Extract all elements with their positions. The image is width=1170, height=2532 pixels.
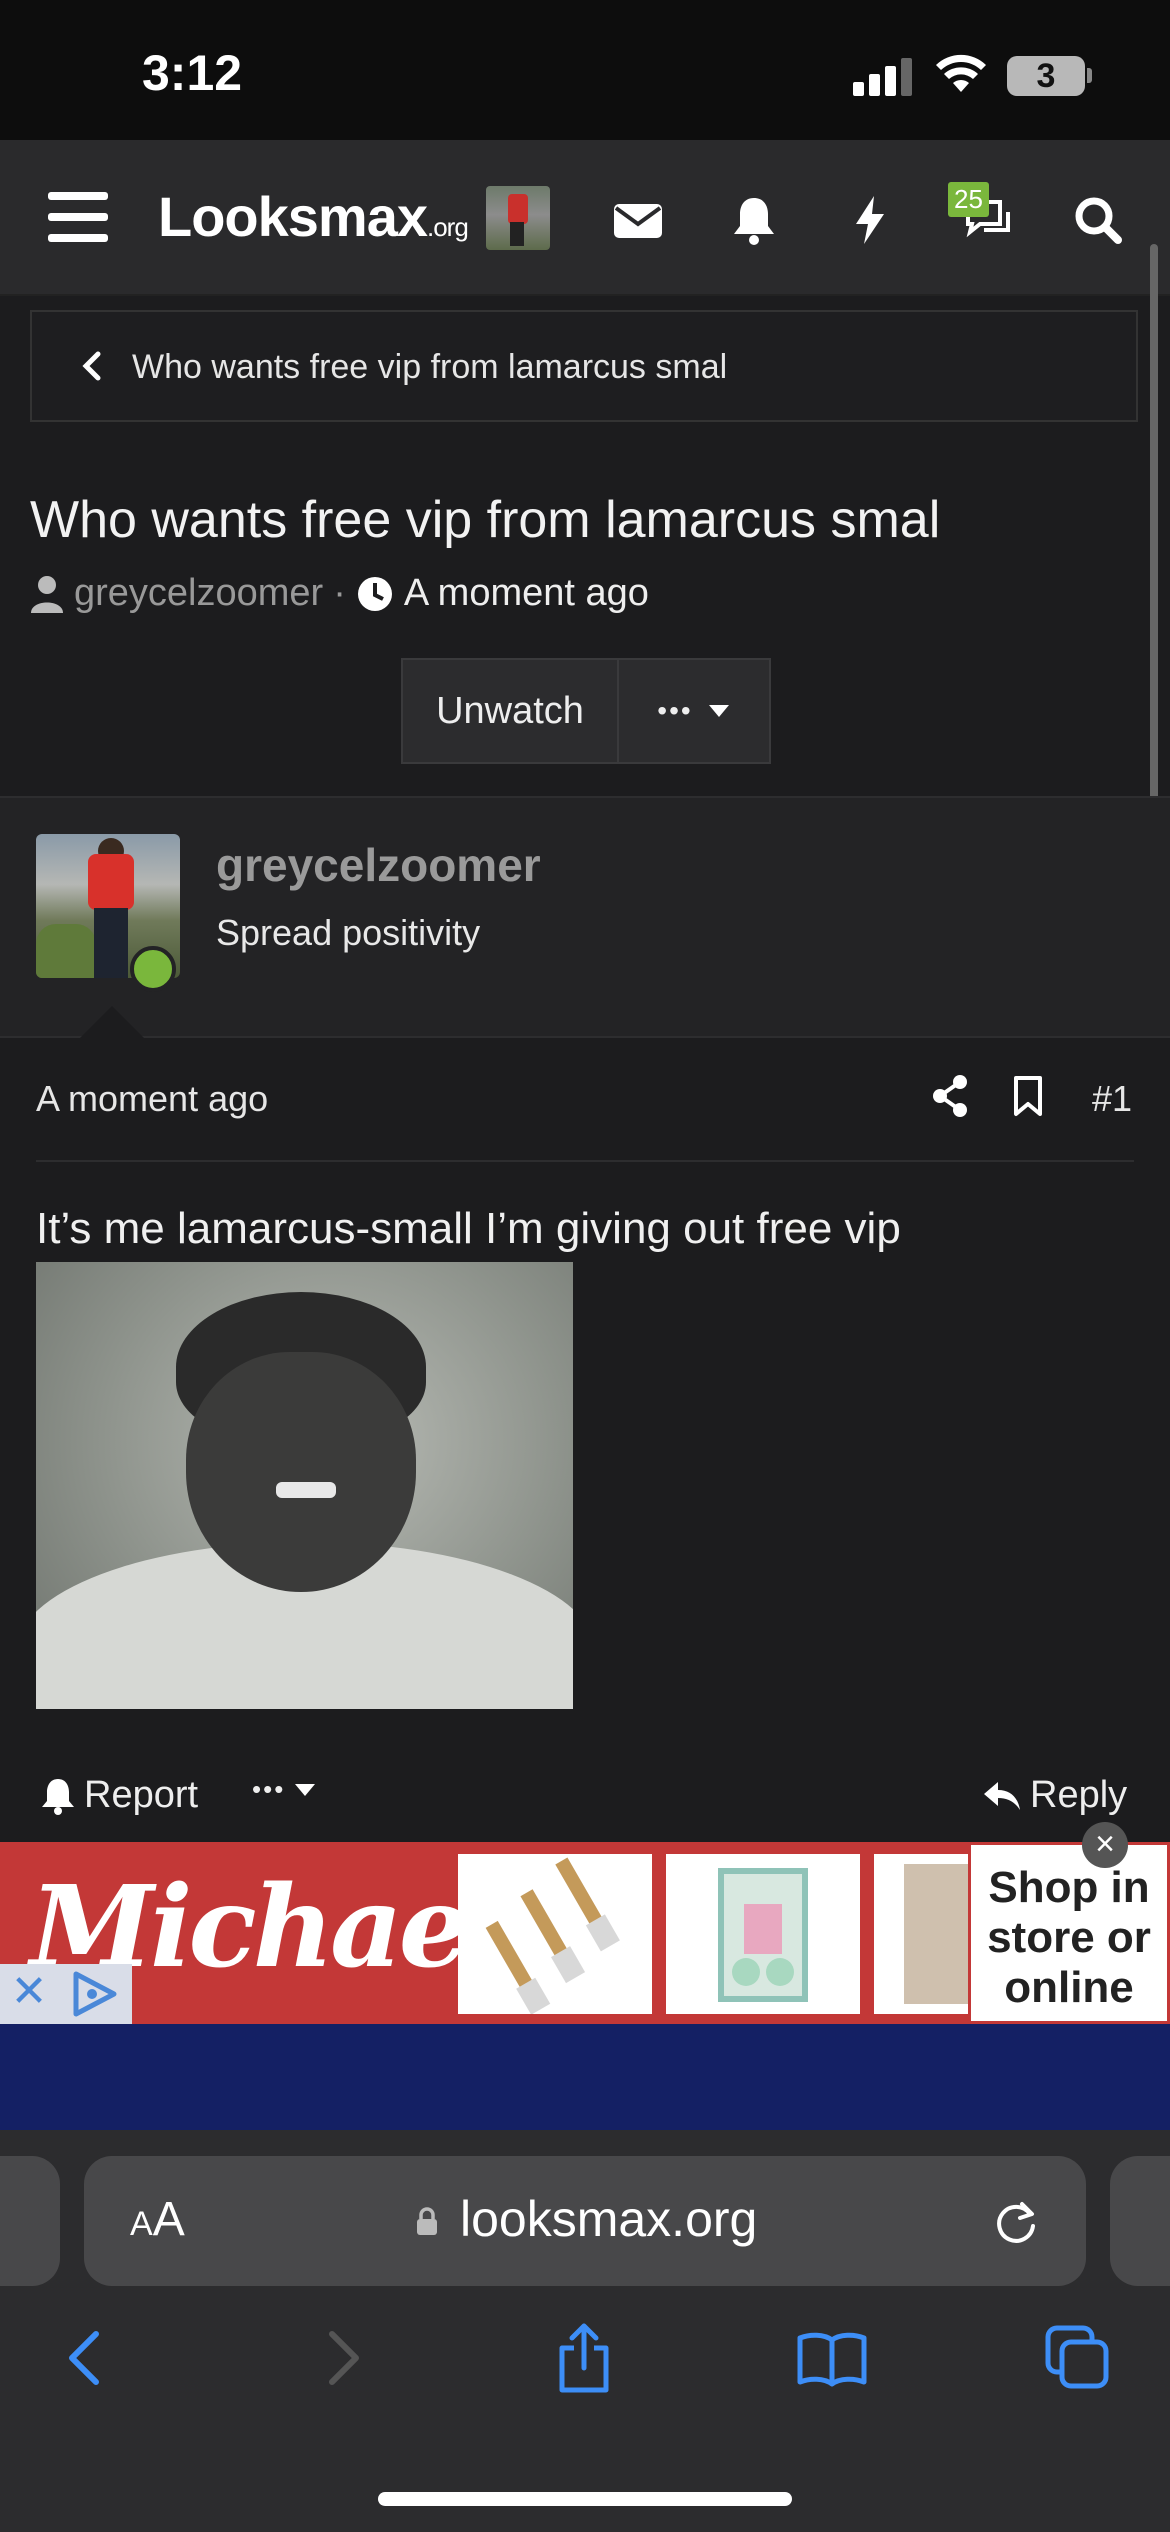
- online-status-dot: [130, 946, 176, 992]
- page-title: Who wants free vip from lamarcus smal: [30, 491, 941, 549]
- url-text[interactable]: looksmax.org: [460, 2190, 757, 2248]
- share-icon[interactable]: [930, 1072, 970, 1120]
- divider: [36, 1160, 1134, 1162]
- post-time[interactable]: A moment ago: [36, 1078, 268, 1120]
- aa-large: A: [152, 2193, 185, 2246]
- bell-icon[interactable]: [726, 192, 782, 248]
- caret-down-icon: [295, 1783, 316, 1796]
- menu-icon[interactable]: [48, 192, 108, 242]
- site-logo[interactable]: Looksmax.org: [158, 184, 469, 249]
- ad-product-art-print[interactable]: [666, 1854, 860, 2014]
- ad-cta-line: store or: [987, 1913, 1151, 1962]
- logo-suffix: .org: [427, 212, 469, 242]
- thread-time: A moment ago: [403, 572, 649, 614]
- author-name[interactable]: greycelzoomer: [216, 838, 541, 892]
- caret-down-icon: [708, 705, 729, 717]
- bookmarks-icon[interactable]: [796, 2322, 868, 2394]
- ad-cta-text[interactable]: Shop in store or online: [968, 1842, 1170, 2024]
- more-dots: •••: [252, 1774, 286, 1804]
- clock-icon: [357, 576, 392, 611]
- author-user-title: Spread positivity: [216, 912, 481, 953]
- ad-banner-footer: [0, 2024, 1170, 2130]
- user-avatar[interactable]: [486, 186, 550, 250]
- ad-cta-line: Shop in: [988, 1863, 1150, 1912]
- chevron-left-icon: [82, 351, 101, 381]
- ad-dismiss-icon[interactable]: ✕: [0, 1964, 58, 2024]
- reply-button[interactable]: Reply: [982, 1774, 1127, 1817]
- aa-small: A: [130, 2205, 153, 2243]
- ad-product-brushes[interactable]: [458, 1854, 652, 2015]
- post-number[interactable]: #1: [1092, 1078, 1132, 1120]
- lock-icon: [417, 2207, 437, 2235]
- unwatch-button[interactable]: Unwatch: [401, 658, 619, 764]
- status-bar: 3:12 3: [0, 0, 1170, 140]
- ad-cta-line: online: [1004, 1963, 1134, 2012]
- ad-banner[interactable]: Michaels® Shop in store or online: [0, 1842, 1170, 2024]
- more-dots: •••: [657, 695, 693, 726]
- notification-badge: 25: [948, 182, 989, 217]
- breadcrumb-label: Who wants free vip from lamarcus smal: [132, 348, 728, 386]
- breadcrumb[interactable]: Who wants free vip from lamarcus smal: [30, 310, 1138, 422]
- reader-settings-button[interactable]: AA: [130, 2192, 185, 2247]
- author-pointer: [80, 1006, 144, 1038]
- thread-meta: greycelzoomer · A moment ago: [30, 572, 649, 615]
- user-icon: [31, 575, 63, 613]
- ad-product-partial[interactable]: [874, 1854, 968, 2014]
- thread-author-link[interactable]: greycelzoomer: [74, 572, 323, 615]
- reply-icon: [984, 1781, 1020, 1810]
- adchoices-icon[interactable]: [58, 1964, 132, 2024]
- ad-close-button[interactable]: ×: [1082, 1822, 1128, 1868]
- status-time: 3:12: [142, 45, 243, 101]
- paintbrush-icon: [485, 1857, 620, 2015]
- tabs-icon[interactable]: [1042, 2322, 1114, 2394]
- thread-more-button[interactable]: •••: [619, 658, 771, 764]
- signal-icon: [853, 58, 913, 96]
- report-button[interactable]: Report: [40, 1774, 198, 1817]
- site-header: Looksmax.org: [0, 140, 1170, 296]
- mail-icon[interactable]: [610, 192, 666, 248]
- home-indicator: [378, 2492, 792, 2506]
- bolt-icon[interactable]: [842, 192, 898, 248]
- previous-tab-bar[interactable]: [0, 2156, 60, 2286]
- forward-icon[interactable]: [304, 2322, 376, 2394]
- post-image[interactable]: [36, 1262, 573, 1709]
- meta-separator: ·: [333, 572, 346, 614]
- battery-indicator: 3: [1007, 56, 1085, 96]
- bell-icon: [42, 1778, 74, 1815]
- battery-tip: [1087, 68, 1092, 83]
- back-icon[interactable]: [52, 2322, 124, 2394]
- thread-button-group: Unwatch •••: [401, 658, 771, 764]
- share-sheet-icon[interactable]: [548, 2322, 620, 2394]
- divider: [0, 1036, 1170, 1038]
- logo-text: Looksmax: [158, 185, 428, 248]
- bookmark-icon[interactable]: [1010, 1072, 1046, 1120]
- reload-icon[interactable]: [990, 2196, 1042, 2248]
- art-print-icon: [718, 1868, 808, 2002]
- next-tab-bar[interactable]: [1110, 2156, 1170, 2286]
- post-body-text: It’s me lamarcus-small I’m giving out fr…: [36, 1204, 901, 1253]
- wifi-icon: [936, 54, 986, 92]
- search-icon[interactable]: [1070, 192, 1126, 248]
- post-more-button[interactable]: •••: [252, 1774, 317, 1805]
- reply-label: Reply: [1030, 1774, 1128, 1816]
- report-label: Report: [84, 1774, 199, 1816]
